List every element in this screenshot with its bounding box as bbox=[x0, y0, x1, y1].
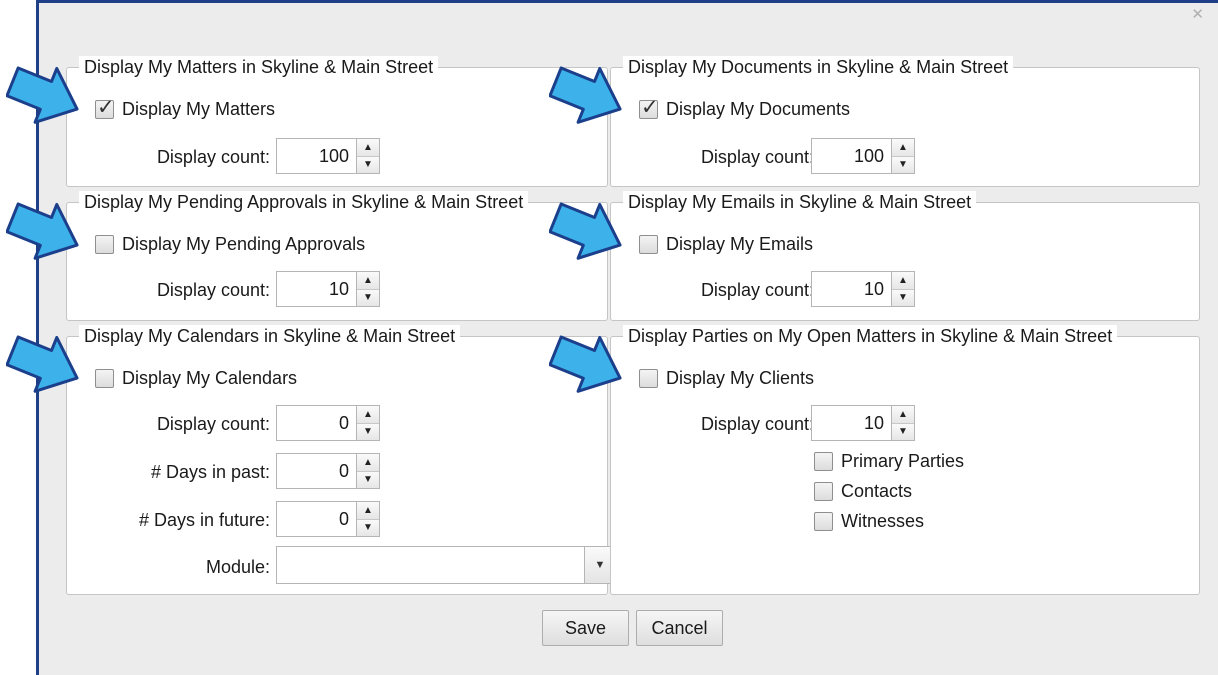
checkbox-label: Display My Matters bbox=[122, 99, 276, 119]
module-label: Module: bbox=[205, 557, 270, 577]
group-parties-legend: Display Parties on My Open Matters in Sk… bbox=[623, 325, 1118, 347]
display-my-pending-approvals-checkbox[interactable]: Display My Pending Approvals bbox=[95, 233, 365, 255]
check-mark-icon: ✓ bbox=[641, 95, 659, 119]
days-in-past-label: # Days in past: bbox=[150, 462, 270, 482]
group-documents: Display My Documents in Skyline & Main S… bbox=[610, 56, 1200, 187]
spin-down-icon[interactable]: ▼ bbox=[357, 288, 379, 306]
checkbox-label: Display My Emails bbox=[666, 234, 814, 254]
group-matters-legend: Display My Matters in Skyline & Main Str… bbox=[79, 56, 439, 78]
primary-parties-checkbox[interactable]: Primary Parties bbox=[814, 450, 964, 472]
spinner-value[interactable]: 10 bbox=[812, 272, 891, 306]
spin-down-icon[interactable]: ▼ bbox=[357, 155, 379, 173]
spin-down-icon[interactable]: ▼ bbox=[357, 518, 379, 536]
spinner-value[interactable]: 0 bbox=[277, 406, 356, 440]
checkbox-box[interactable]: ✓ bbox=[95, 96, 115, 119]
group-calendars: Display My Calendars in Skyline & Main S… bbox=[66, 325, 616, 595]
settings-dialog: ✕ Display My Matters in Skyline & Main S… bbox=[36, 0, 1218, 675]
save-button[interactable]: Save bbox=[542, 610, 629, 646]
group-emails: Display My Emails in Skyline & Main Stre… bbox=[610, 191, 1200, 321]
spinner-value[interactable]: 100 bbox=[277, 139, 356, 173]
display-count-label: Display count: bbox=[156, 280, 270, 300]
checkbox-box[interactable] bbox=[95, 234, 114, 254]
blue-arrow-icon bbox=[549, 335, 622, 393]
checkbox-label: Display My Clients bbox=[666, 368, 815, 388]
spinner-value[interactable]: 0 bbox=[277, 454, 356, 488]
spin-down-icon[interactable]: ▼ bbox=[357, 422, 379, 440]
parties-count-spinner[interactable]: 10 ▲ ▼ bbox=[811, 405, 915, 441]
days-in-future-label: # Days in future: bbox=[138, 510, 270, 530]
display-my-clients-checkbox[interactable]: Display My Clients bbox=[639, 367, 814, 389]
group-parties: Display Parties on My Open Matters in Sk… bbox=[610, 325, 1200, 595]
module-select[interactable]: ▼ bbox=[276, 546, 616, 584]
check-mark-icon: ✓ bbox=[97, 95, 115, 119]
display-count-label: Display count: bbox=[700, 280, 814, 300]
blue-arrow-icon bbox=[549, 202, 622, 260]
spin-down-icon[interactable]: ▼ bbox=[357, 470, 379, 488]
group-emails-legend: Display My Emails in Skyline & Main Stre… bbox=[623, 191, 977, 213]
display-count-label: Display count: bbox=[700, 147, 814, 167]
spinner-value[interactable]: 100 bbox=[812, 139, 891, 173]
blue-arrow-icon bbox=[6, 202, 79, 260]
checkbox-box[interactable] bbox=[639, 368, 658, 388]
days-in-future-spinner[interactable]: 0 ▲ ▼ bbox=[276, 501, 380, 537]
cancel-button[interactable]: Cancel bbox=[636, 610, 723, 646]
witnesses-checkbox[interactable]: Witnesses bbox=[814, 510, 924, 532]
spinner-value[interactable]: 0 bbox=[277, 502, 356, 536]
spin-up-icon[interactable]: ▲ bbox=[357, 139, 379, 156]
spinner-value[interactable]: 10 bbox=[812, 406, 891, 440]
spin-up-icon[interactable]: ▲ bbox=[892, 272, 914, 289]
blue-arrow-icon bbox=[6, 66, 79, 124]
spin-down-icon[interactable]: ▼ bbox=[892, 422, 914, 440]
spin-up-icon[interactable]: ▲ bbox=[892, 406, 914, 423]
documents-count-spinner[interactable]: 100 ▲ ▼ bbox=[811, 138, 915, 174]
checkbox-box[interactable] bbox=[814, 451, 833, 471]
group-pending-approvals: Display My Pending Approvals in Skyline … bbox=[66, 191, 608, 321]
spin-up-icon[interactable]: ▲ bbox=[357, 272, 379, 289]
spin-up-icon[interactable]: ▲ bbox=[892, 139, 914, 156]
checkbox-box[interactable] bbox=[814, 481, 833, 501]
blue-arrow-icon bbox=[6, 335, 79, 393]
emails-count-spinner[interactable]: 10 ▲ ▼ bbox=[811, 271, 915, 307]
checkbox-label: Contacts bbox=[841, 481, 913, 501]
spin-up-icon[interactable]: ▲ bbox=[357, 454, 379, 471]
close-icon[interactable]: ✕ bbox=[1191, 7, 1204, 23]
checkbox-box[interactable]: ✓ bbox=[639, 96, 659, 119]
display-count-label: Display count: bbox=[156, 414, 270, 434]
checkbox-box[interactable] bbox=[639, 234, 658, 254]
days-in-past-spinner[interactable]: 0 ▲ ▼ bbox=[276, 453, 380, 489]
calendars-count-spinner[interactable]: 0 ▲ ▼ bbox=[276, 405, 380, 441]
spinner-value[interactable]: 10 bbox=[277, 272, 356, 306]
spin-down-icon[interactable]: ▼ bbox=[892, 155, 914, 173]
display-my-documents-checkbox[interactable]: ✓ Display My Documents bbox=[639, 96, 851, 120]
checkbox-label: Primary Parties bbox=[841, 451, 965, 471]
approvals-count-spinner[interactable]: 10 ▲ ▼ bbox=[276, 271, 380, 307]
display-my-calendars-checkbox[interactable]: Display My Calendars bbox=[95, 367, 297, 389]
matters-count-spinner[interactable]: 100 ▲ ▼ bbox=[276, 138, 380, 174]
spin-up-icon[interactable]: ▲ bbox=[357, 502, 379, 519]
checkbox-label: Display My Pending Approvals bbox=[122, 234, 366, 254]
checkbox-label: Display My Calendars bbox=[122, 368, 298, 388]
display-my-emails-checkbox[interactable]: Display My Emails bbox=[639, 233, 813, 255]
contacts-checkbox[interactable]: Contacts bbox=[814, 480, 912, 502]
blue-arrow-icon bbox=[549, 66, 622, 124]
checkbox-label: Witnesses bbox=[841, 511, 925, 531]
group-approvals-legend: Display My Pending Approvals in Skyline … bbox=[79, 191, 529, 213]
display-my-matters-checkbox[interactable]: ✓ Display My Matters bbox=[95, 96, 276, 120]
checkbox-box[interactable] bbox=[95, 368, 114, 388]
checkbox-label: Display My Documents bbox=[666, 99, 851, 119]
spin-down-icon[interactable]: ▼ bbox=[892, 288, 914, 306]
group-matters: Display My Matters in Skyline & Main Str… bbox=[66, 56, 608, 187]
display-count-label: Display count: bbox=[700, 414, 814, 434]
display-count-label: Display count: bbox=[156, 147, 270, 167]
group-calendars-legend: Display My Calendars in Skyline & Main S… bbox=[79, 325, 461, 347]
checkbox-box[interactable] bbox=[814, 511, 833, 531]
group-documents-legend: Display My Documents in Skyline & Main S… bbox=[623, 56, 1014, 78]
spin-up-icon[interactable]: ▲ bbox=[357, 406, 379, 423]
